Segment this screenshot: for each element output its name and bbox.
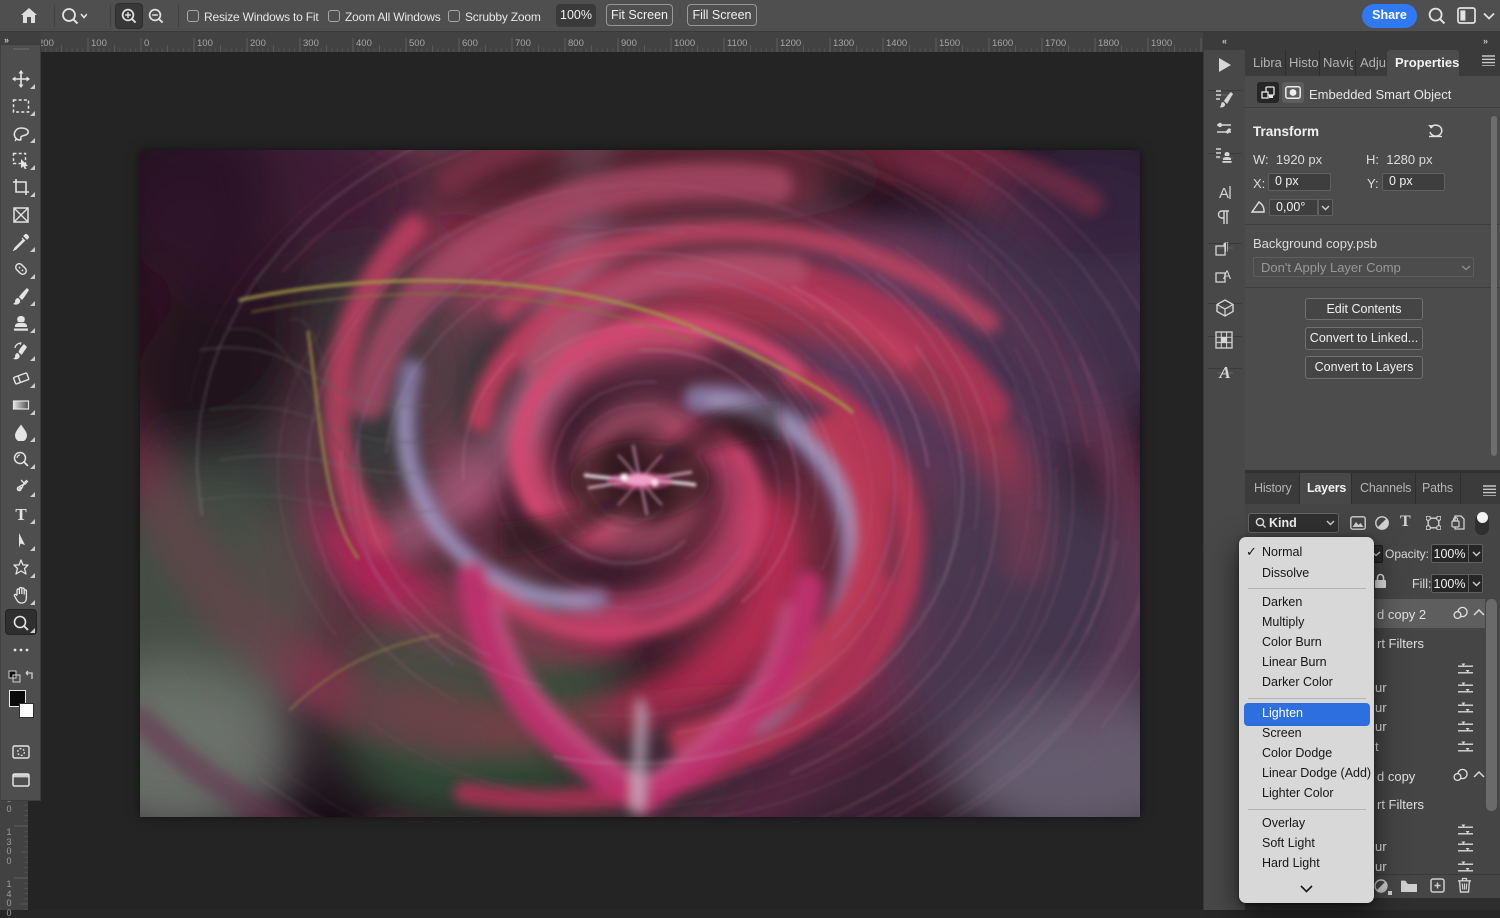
svg-text:1600: 1600 xyxy=(992,38,1013,49)
svg-text:400: 400 xyxy=(356,38,372,49)
svg-text:1100: 1100 xyxy=(727,38,747,49)
svg-text:1300: 1300 xyxy=(833,38,854,49)
svg-text:700: 700 xyxy=(515,38,531,49)
svg-text:1000: 1000 xyxy=(674,38,695,49)
svg-text:100: 100 xyxy=(197,38,213,49)
svg-text:¶: ¶ xyxy=(1223,241,1229,253)
svg-text:100: 100 xyxy=(91,38,107,49)
svg-text:1200: 1200 xyxy=(780,38,801,49)
svg-text:200: 200 xyxy=(250,38,266,49)
svg-text:A: A xyxy=(1223,268,1231,282)
svg-text:A: A xyxy=(1218,363,1230,382)
svg-text:900: 900 xyxy=(621,38,637,49)
svg-text:1900: 1900 xyxy=(1151,38,1172,49)
svg-text:1400: 1400 xyxy=(886,38,907,49)
svg-text:800: 800 xyxy=(568,38,584,49)
svg-text:1500: 1500 xyxy=(939,38,960,49)
svg-text:T: T xyxy=(15,505,27,523)
svg-text:1800: 1800 xyxy=(1098,38,1119,49)
svg-text:1700: 1700 xyxy=(1045,38,1066,49)
svg-text:A: A xyxy=(1219,185,1229,202)
svg-text:600: 600 xyxy=(462,38,478,49)
svg-text:0: 0 xyxy=(144,38,149,49)
svg-text:300: 300 xyxy=(303,38,319,49)
svg-text:500: 500 xyxy=(409,38,425,49)
